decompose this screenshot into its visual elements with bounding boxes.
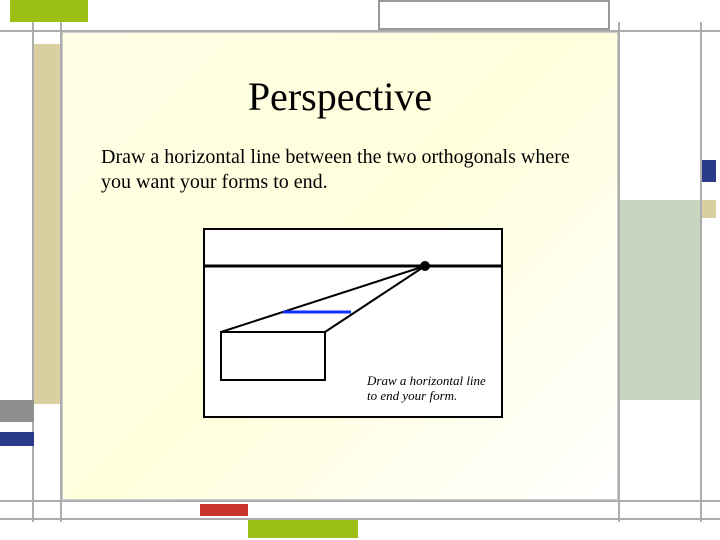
slide-card: Perspective Draw a horizontal line betwe… xyxy=(62,32,618,500)
accent-navy-right xyxy=(702,160,716,182)
perspective-diagram: Draw a horizontal line to end your form. xyxy=(203,228,503,418)
frame-line xyxy=(700,22,702,522)
accent-red-bottom xyxy=(200,504,248,516)
frame-line xyxy=(0,500,720,502)
slide-stage: Perspective Draw a horizontal line betwe… xyxy=(0,0,720,540)
accent-navy-left xyxy=(0,432,34,446)
accent-olive-bottom xyxy=(248,520,358,538)
accent-olive-top xyxy=(10,0,88,22)
slide-body-text: Draw a horizontal line between the two o… xyxy=(101,145,579,195)
accent-grey-box xyxy=(378,0,610,30)
accent-sage-right xyxy=(620,200,700,400)
accent-grey-left xyxy=(0,400,34,422)
accent-tan-left xyxy=(34,44,60,404)
frame-line xyxy=(0,518,720,520)
slide-title: Perspective xyxy=(63,73,617,120)
accent-tan-right xyxy=(702,200,716,218)
figure-caption: Draw a horizontal line to end your form. xyxy=(367,374,497,404)
